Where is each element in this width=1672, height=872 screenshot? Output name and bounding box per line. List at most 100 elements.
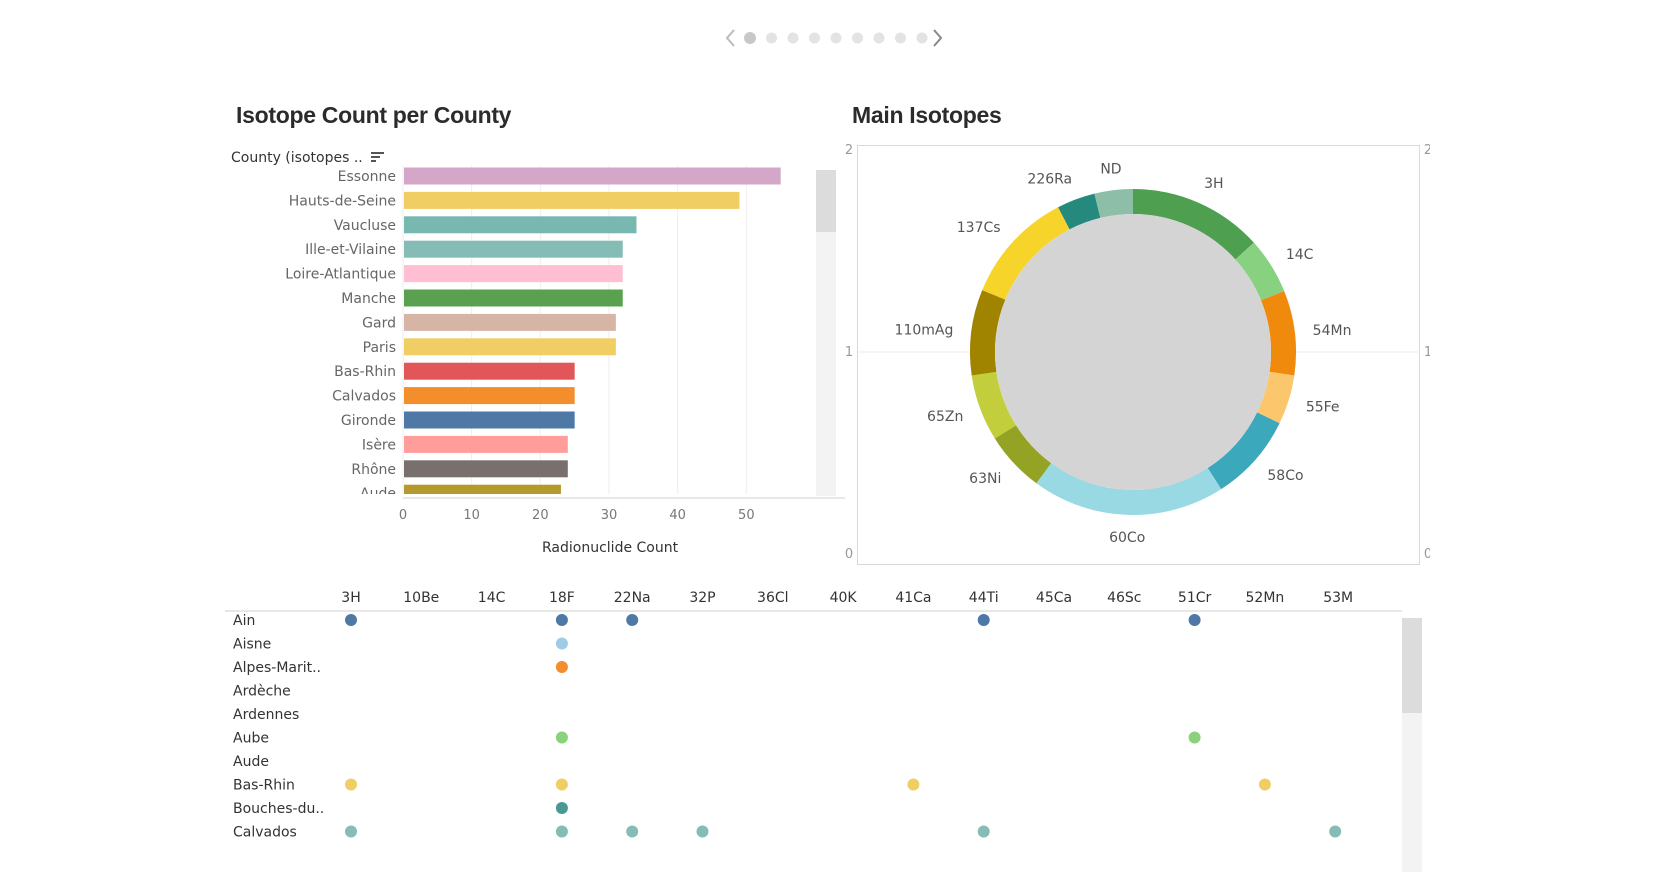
bar[interactable] [404,460,568,478]
matrix-dot[interactable] [555,778,568,791]
donut-slice-label: 137Cs [957,220,1001,236]
donut-right-axis-label: 1 [1424,345,1430,360]
matrix-dot[interactable] [626,825,639,838]
bar[interactable] [404,435,568,453]
bar[interactable] [404,265,623,283]
matrix-column-header: 40K [830,590,858,606]
matrix-column-header: 52Mn [1246,590,1285,606]
pager-dot[interactable] [744,32,756,44]
matrix-dot[interactable] [345,825,357,838]
matrix-column-header: 14C [478,590,506,606]
sort-desc-icon[interactable] [371,151,385,163]
bar-chart-rows: Essonne Hauts-de-Seine Vaucluse Ille-et-Vil… [285,167,781,502]
matrix-scrollbar[interactable] [1402,618,1422,872]
bar-chart-x-tick-label: 30 [601,508,618,523]
matrix-dot[interactable] [345,614,357,626]
matrix-row-label: Alpes-Marit.. [233,660,321,676]
bar-chart-x-tick-label: 0 [399,508,407,523]
matrix-dot[interactable] [1329,825,1342,838]
bar-category-label: Bas-Rhin [334,364,396,380]
matrix-column-header: 3H [341,590,360,606]
pager-dot[interactable] [895,32,906,44]
chevron-right-icon[interactable] [933,29,943,47]
bar[interactable] [404,240,623,258]
bar-chart-header-label[interactable]: County (isotopes .. [231,150,385,166]
bar[interactable] [404,289,623,307]
bar-chart-x-tick-label: 50 [738,508,755,523]
bar-category-label: Essonne [338,169,396,185]
bar[interactable] [404,362,575,380]
donut-slice-label: 55Fe [1306,399,1340,415]
matrix-dot[interactable] [1188,614,1201,626]
bar-category-label: Gironde [341,413,396,429]
donut-slice-label: 58Co [1267,468,1303,484]
donut-slice-label: 63Ni [969,471,1001,487]
bar-category-label: Paris [363,340,396,356]
bar[interactable] [404,411,575,429]
bar-chart-title: Isotope Count per County [236,102,512,128]
donut-left-axis-label: 0 [845,547,853,562]
bar[interactable] [404,387,575,405]
pager-dot[interactable] [852,32,863,44]
bar-chart: Essonne Hauts-de-Seine Vaucluse Ille-et-Vil… [285,165,845,523]
matrix-dot[interactable] [555,637,568,650]
pager-dot[interactable] [809,32,820,44]
matrix-dot[interactable] [555,661,568,673]
matrix-column-header: 44Ti [969,590,999,606]
bar-category-label: Loire-Atlantique [285,267,396,283]
chevron-left-icon[interactable] [725,29,735,47]
bar[interactable] [404,191,740,209]
donut-slice-label: 110mAg [895,322,954,338]
matrix-column-header: 51Cr [1178,590,1212,606]
matrix-dot[interactable] [555,825,568,838]
bar[interactable] [404,167,781,185]
pager-dots [744,32,928,44]
matrix-row-label: Aude [233,754,269,770]
donut-slice-label: 65Zn [927,409,963,425]
matrix-column-header: 36Cl [757,590,788,606]
pager-svg [725,29,943,47]
pager-dot[interactable] [830,32,842,44]
pager-dot[interactable] [873,32,885,44]
matrix-dot[interactable] [1188,731,1201,744]
matrix-row-label: Aube [233,731,269,747]
matrix-dot[interactable] [626,614,639,626]
donut-right-axis-label: 2 [1424,143,1430,158]
pager-dot[interactable] [787,32,799,44]
bar-category-label: Gard [362,315,396,331]
donut-left-axis-label: 2 [845,143,853,158]
matrix-column-header: 18F [549,590,575,606]
matrix-row-label: Ardèche [233,684,291,700]
matrix-dot[interactable] [1258,778,1271,791]
bar[interactable] [404,313,616,331]
donut-slice-label: 226Ra [1027,172,1072,188]
bar[interactable] [404,216,637,234]
matrix-dot[interactable] [977,825,990,838]
donut-slice[interactable] [1094,189,1133,218]
bar[interactable] [404,484,561,502]
donut-left-axis-label: 1 [845,345,853,360]
matrix-dot[interactable] [555,802,568,814]
matrix-row-label: Aisne [233,637,271,653]
bar-chart-scrollbar[interactable] [816,170,836,496]
matrix-dot[interactable] [345,778,357,791]
bar-chart-x-tick-label: 40 [669,508,686,523]
pager-dot[interactable] [766,32,777,44]
bar-category-label: Rhône [351,462,396,478]
dashboard-pager [720,26,990,50]
bar-chart-x-tick-label: 10 [463,508,480,523]
pager-dot[interactable] [916,32,928,44]
bar-category-label: Ille-et-Vilaine [305,242,396,258]
bar-chart-scroll-thumb[interactable] [816,170,836,232]
donut-slice-label: 60Co [1109,530,1145,546]
donut-slice-label: 14C [1286,247,1314,263]
matrix-dot[interactable] [977,614,990,626]
matrix-scroll-thumb[interactable] [1402,618,1422,713]
matrix-column-header: 53M [1323,590,1353,606]
bar-category-label: Hauts-de-Seine [289,193,396,209]
matrix-dot[interactable] [555,614,568,626]
matrix-dot[interactable] [696,825,709,838]
matrix-dot[interactable] [907,778,920,791]
matrix-dot[interactable] [555,731,568,744]
bar[interactable] [404,338,616,356]
